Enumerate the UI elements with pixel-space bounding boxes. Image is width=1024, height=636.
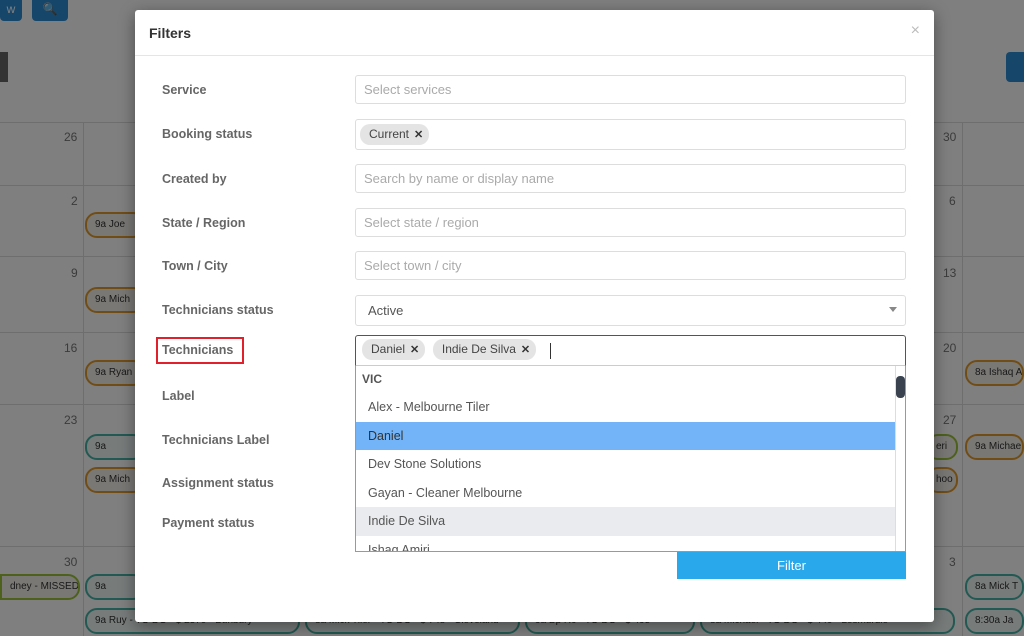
technicians-label-label: Technicians Label [162,433,270,447]
service-select[interactable]: Select services [355,75,906,104]
modal-header: Filters × [135,10,934,56]
tag-label: Daniel [371,342,406,356]
technician-tag: Indie De Silva ✕ [432,339,537,360]
created-by-input[interactable]: Search by name or display name [355,164,906,193]
close-icon[interactable]: × [911,22,920,40]
dropdown-option[interactable]: Dev Stone Solutions [356,450,905,479]
dropdown-option[interactable]: Daniel [356,421,905,450]
technician-tag: Daniel ✕ [362,339,426,360]
town-city-select[interactable]: Select town / city [355,251,906,280]
payment-status-label: Payment status [162,516,255,530]
scrollbar-thumb[interactable] [896,376,905,398]
dropdown-group-header: VIC [362,372,383,386]
remove-tag-icon[interactable]: ✕ [410,344,419,356]
technicians-label: Technicians [162,343,234,357]
tag-label: Indie De Silva [441,342,516,356]
assignment-status-label: Assignment status [162,476,274,490]
label-label: Label [162,389,195,403]
booking-status-label: Booking status [162,127,253,141]
scrollbar[interactable] [895,366,905,551]
technicians-status-label: Technicians status [162,303,274,317]
state-region-select[interactable]: Select state / region [355,208,906,237]
technicians-status-select[interactable]: Active [355,295,906,326]
filters-modal: Filters × Service Select services Bookin… [135,10,934,622]
technicians-dropdown: VIC Alex - Melbourne Tiler Daniel Dev St… [355,366,906,552]
technicians-select[interactable]: Daniel ✕ Indie De Silva ✕ [355,335,906,366]
dropdown-option[interactable]: Indie De Silva [356,507,905,536]
remove-tag-icon[interactable]: ✕ [521,344,530,356]
service-label: Service [162,83,207,97]
booking-status-select[interactable]: Current ✕ [355,119,906,150]
dropdown-option[interactable]: Ishaq Amiri [356,536,905,552]
chevron-down-icon [889,307,897,312]
modal-title: Filters [149,25,192,41]
remove-tag-icon[interactable]: ✕ [414,129,423,141]
dropdown-option[interactable]: Alex - Melbourne Tiler [356,393,905,422]
created-by-label: Created by [162,172,227,186]
booking-status-tag: Current ✕ [360,124,430,145]
state-region-label: State / Region [162,216,246,230]
filter-button[interactable]: Filter [677,552,906,579]
town-city-label: Town / City [162,259,228,273]
technicians-status-value: Active [368,303,404,318]
tag-label: Current [369,127,410,141]
dropdown-option[interactable]: Gayan - Cleaner Melbourne [356,479,905,508]
text-cursor [549,342,551,359]
